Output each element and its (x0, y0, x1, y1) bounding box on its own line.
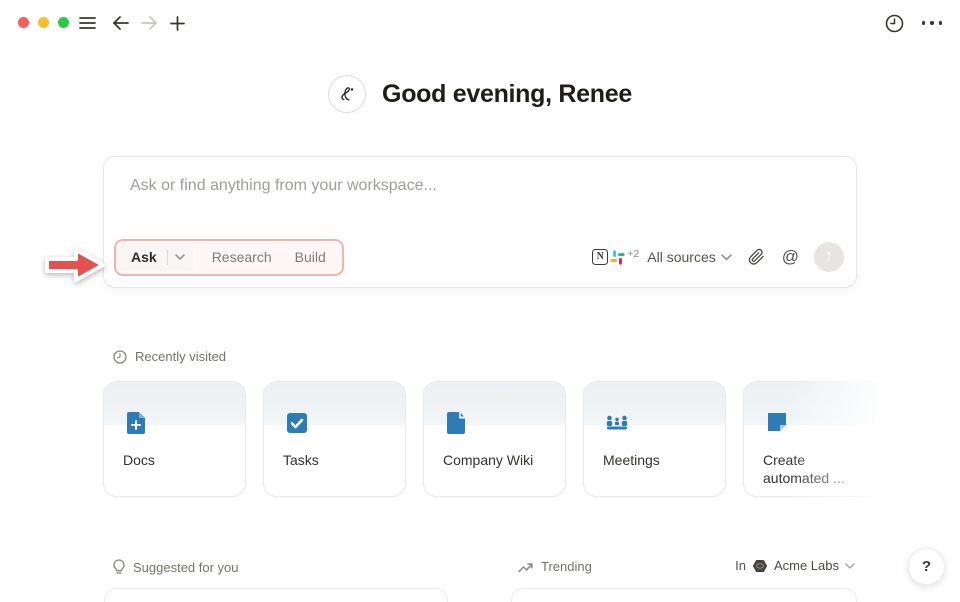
card-title: Create automated ... (763, 452, 845, 486)
notion-ai-face-icon (328, 75, 367, 113)
suggested-header: Suggested for you (113, 559, 239, 575)
card-docs[interactable]: Docs (103, 381, 246, 497)
notion-icon: N (592, 249, 609, 265)
chevron-down-icon (720, 253, 732, 260)
paperclip-icon[interactable] (748, 248, 765, 266)
forward-arrow-icon[interactable] (138, 12, 160, 34)
recently-visited-header: Recently visited (113, 349, 226, 364)
workspace-switcher[interactable]: In Acme Labs (735, 558, 855, 573)
recently-visited-label: Recently visited (135, 349, 227, 364)
card-title: Company Wiki (443, 452, 534, 468)
annotation-arrow-icon (45, 248, 105, 282)
mention-icon[interactable]: @ (782, 247, 799, 267)
annotation-highlight-box: Ask Research Build (114, 238, 344, 276)
slack-icon (610, 249, 625, 265)
doc-plus-icon (127, 412, 145, 434)
suggested-label: Suggested for you (133, 559, 239, 575)
trending-label: Trending (541, 559, 592, 574)
minimize-window-button[interactable] (38, 17, 49, 28)
menu-icon[interactable] (76, 12, 98, 34)
search-composer: Ask Research Build N +2 All sources (103, 156, 857, 288)
card-title: Meetings (603, 452, 660, 468)
workspace-logo-icon (752, 559, 768, 572)
send-button[interactable]: ↑ (814, 242, 844, 272)
search-input[interactable] (130, 177, 830, 195)
more-ellipsis-icon[interactable] (921, 12, 943, 34)
meeting-people-icon (606, 415, 628, 430)
zoom-window-button[interactable] (58, 17, 69, 28)
window-controls (18, 17, 69, 28)
page-icon (447, 411, 466, 434)
workspace-name: Acme Labs (773, 558, 839, 573)
composer-actions: N +2 All sources @ ↑ (592, 242, 844, 272)
card-company-wiki[interactable]: Company Wiki (423, 381, 566, 497)
card-title: Docs (123, 452, 155, 468)
history-clock-icon[interactable] (883, 12, 905, 34)
greeting-header: Good evening, Renee (0, 75, 960, 113)
trending-header: Trending (518, 559, 592, 574)
ask-mode-button[interactable]: Ask (119, 243, 193, 271)
card-create-automated[interactable]: Create automated ... (743, 381, 886, 497)
research-mode-button[interactable]: Research (208, 245, 276, 269)
extra-sources-count: +2 (627, 248, 640, 260)
lightbulb-icon (113, 559, 125, 574)
ask-mode-label: Ask (131, 249, 157, 265)
trending-up-icon (518, 562, 533, 572)
all-sources-dropdown[interactable]: All sources (647, 249, 732, 265)
build-mode-button[interactable]: Build (291, 245, 330, 269)
source-icons-cluster[interactable]: N +2 (592, 248, 640, 265)
back-arrow-icon[interactable] (110, 12, 132, 34)
close-window-button[interactable] (18, 17, 29, 28)
page-title: Good evening, Renee (382, 79, 632, 108)
clock-icon (113, 349, 127, 364)
recently-visited-cards: Docs Tasks Company Wiki Meetings Create … (0, 381, 960, 499)
card-meetings[interactable]: Meetings (583, 381, 726, 497)
chevron-down-icon[interactable] (174, 254, 185, 260)
help-button[interactable]: ? (908, 548, 945, 585)
composer-toolbar: Ask Research Build N +2 All sources @ ↑ (114, 238, 844, 276)
checkbox-icon (287, 413, 307, 433)
card-tasks[interactable]: Tasks (263, 381, 406, 497)
plus-icon[interactable] (166, 12, 188, 34)
window-topbar (0, 0, 960, 44)
workspace-prefix: In (735, 558, 746, 573)
note-fold-icon (768, 413, 786, 431)
chevron-down-icon (845, 562, 855, 569)
card-title: Tasks (283, 452, 319, 468)
pill-divider (166, 249, 168, 265)
